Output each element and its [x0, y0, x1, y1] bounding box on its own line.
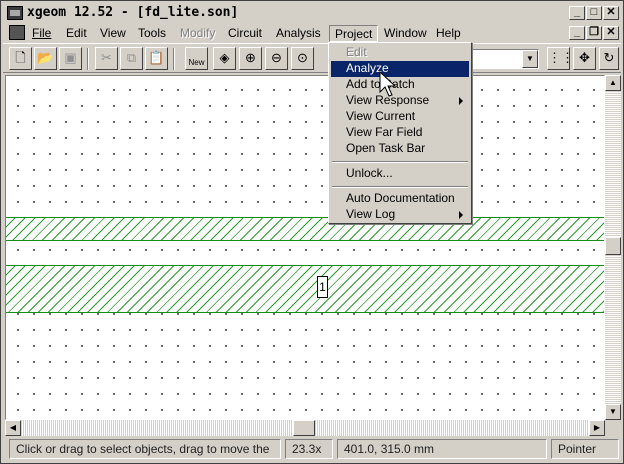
save-icon[interactable]: ▣: [59, 47, 82, 70]
chevron-down-icon[interactable]: ▼: [522, 50, 538, 68]
menu-file-label: File: [32, 26, 52, 40]
zoom-fit-icon[interactable]: ⊙: [291, 47, 314, 70]
new-project-icon[interactable]: New: [185, 47, 208, 70]
status-mode: Pointer: [551, 439, 619, 459]
menu-bar: File Edit View Tools Modify Circuit Anal…: [3, 23, 621, 43]
toolbar-separator: [173, 48, 175, 70]
menu-tools[interactable]: Tools: [133, 25, 171, 42]
menu-edit[interactable]: Edit: [61, 25, 92, 42]
toolbar-combo-box[interactable]: ▼: [471, 49, 539, 69]
cut-icon[interactable]: ✂: [95, 47, 118, 70]
scrollbar-corner: [605, 420, 621, 436]
rotate-icon[interactable]: ↻: [599, 47, 619, 70]
menu-view[interactable]: View: [95, 25, 131, 42]
3d-view-icon[interactable]: ◈: [213, 47, 236, 70]
status-zoom: 23.3x: [285, 439, 333, 459]
metal-strip-lower[interactable]: [6, 265, 604, 313]
menu-view-label: View: [100, 26, 126, 40]
metal-strip-upper[interactable]: [6, 217, 604, 241]
minimize-button[interactable]: _: [569, 6, 585, 20]
menu-tools-label: Tools: [138, 26, 167, 40]
menu-item-auto-documentation[interactable]: Auto Documentation: [331, 191, 469, 207]
horizontal-scroll-thumb[interactable]: [293, 420, 315, 436]
menu-item-edit-label: Edit: [346, 45, 367, 59]
menu-window-label: Window: [384, 26, 427, 40]
toolbar-separator: [87, 48, 89, 70]
menu-window[interactable]: Window: [379, 25, 432, 42]
app-window: xgeom 12.52 - [fd_lite.son] _ □ ✕ File E…: [0, 0, 624, 464]
submenu-arrow-icon: [459, 97, 463, 105]
menu-item-view-log-label: View Log: [346, 207, 396, 221]
scroll-up-button[interactable]: ▲: [605, 75, 621, 91]
horizontal-scrollbar[interactable]: ◀ ▶: [5, 420, 605, 436]
zoom-in-icon[interactable]: ⊕: [239, 47, 262, 70]
project-menu-dropdown: Edit Analyze Add to Batch View Response …: [328, 42, 472, 224]
menu-edit-label: Edit: [66, 26, 87, 40]
status-bar: Click or drag to select objects, drag to…: [3, 437, 621, 461]
copy-icon[interactable]: ⧉: [120, 47, 143, 70]
menu-separator: [332, 186, 468, 188]
menu-file[interactable]: File: [27, 25, 56, 42]
menu-modify-label: Modify: [180, 26, 216, 40]
menu-help-label: Help: [436, 26, 461, 40]
doc-close-button[interactable]: ✕: [603, 26, 619, 40]
layout-canvas[interactable]: 1: [5, 75, 605, 420]
scroll-right-button[interactable]: ▶: [589, 420, 605, 436]
menu-item-add-to-batch[interactable]: Add to Batch: [331, 77, 469, 93]
title-bar[interactable]: xgeom 12.52 - [fd_lite.son] _ □ ✕: [3, 3, 621, 23]
vertical-scroll-thumb[interactable]: [605, 237, 621, 255]
paste-icon[interactable]: 📋: [145, 47, 168, 70]
menu-item-unlock-label: Unlock...: [346, 166, 393, 180]
document-icon[interactable]: [9, 25, 25, 40]
doc-minimize-button[interactable]: _: [569, 26, 585, 40]
submenu-arrow-icon: [459, 211, 463, 219]
menu-item-analyze[interactable]: Analyze: [331, 61, 469, 77]
pan-icon[interactable]: ✥: [573, 47, 596, 70]
status-coordinates: 401.0, 315.0 mm: [337, 439, 547, 459]
app-icon[interactable]: [7, 6, 23, 20]
grid-icon[interactable]: ⋮⋮: [547, 47, 574, 70]
menu-circuit-label: Circuit: [228, 26, 263, 40]
menu-item-view-far-field-label: View Far Field: [346, 125, 423, 139]
menu-item-view-response[interactable]: View Response: [331, 93, 469, 109]
menu-separator: [332, 161, 468, 163]
scroll-left-button[interactable]: ◀: [5, 420, 21, 436]
menu-help[interactable]: Help: [431, 25, 466, 42]
status-hint: Click or drag to select objects, drag to…: [9, 439, 281, 459]
menu-item-edit[interactable]: Edit: [331, 45, 469, 61]
menu-analysis[interactable]: Analysis: [271, 25, 326, 42]
menu-analysis-label: Analysis: [276, 26, 321, 40]
menu-item-view-current[interactable]: View Current: [331, 109, 469, 125]
new-file-icon[interactable]: 🗋: [9, 47, 32, 70]
mouse-pointer-icon: [379, 71, 397, 97]
doc-restore-button[interactable]: ❐: [586, 26, 602, 40]
maximize-button[interactable]: □: [586, 6, 602, 20]
menu-item-view-current-label: View Current: [346, 109, 416, 123]
menu-modify[interactable]: Modify: [175, 25, 220, 42]
toolbar: 🗋 📂 ▣ ✂ ⧉ 📋 New ◈ ⊕ ⊖ ⊙ ▼ ⋮⋮ ✥ ↻: [3, 43, 621, 73]
window-title: xgeom 12.52 - [fd_lite.son]: [27, 5, 239, 20]
menu-project-label: Project: [335, 27, 373, 41]
zoom-out-icon[interactable]: ⊖: [265, 47, 288, 70]
menu-item-view-far-field[interactable]: View Far Field: [331, 125, 469, 141]
menu-item-unlock[interactable]: Unlock...: [331, 166, 469, 182]
menu-item-open-task-bar[interactable]: Open Task Bar: [331, 141, 469, 157]
menu-item-view-log[interactable]: View Log: [331, 207, 469, 223]
port-marker[interactable]: 1: [317, 276, 328, 298]
menu-item-open-task-bar-label: Open Task Bar: [346, 141, 426, 155]
new-project-label: New: [188, 58, 205, 67]
open-folder-icon[interactable]: 📂: [34, 47, 57, 70]
vertical-scrollbar[interactable]: ▲ ▼: [605, 75, 621, 420]
scroll-down-button[interactable]: ▼: [605, 404, 621, 420]
close-button[interactable]: ✕: [603, 6, 619, 20]
menu-circuit[interactable]: Circuit: [223, 25, 267, 42]
menu-project[interactable]: Project: [329, 25, 379, 42]
menu-item-auto-documentation-label: Auto Documentation: [346, 191, 455, 205]
